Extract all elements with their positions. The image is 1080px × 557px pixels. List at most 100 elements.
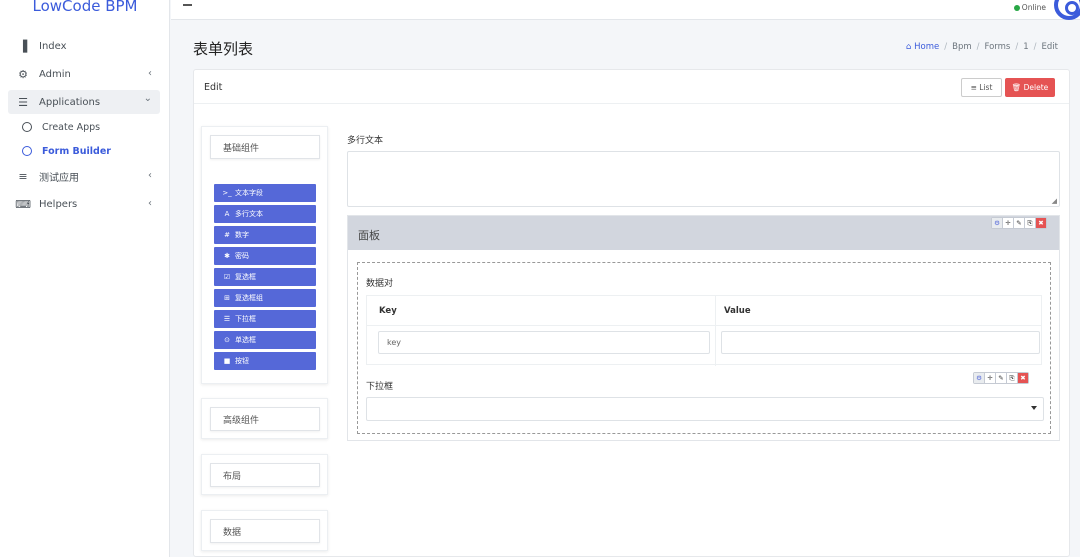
edit-icon[interactable]: ✎ — [1014, 218, 1024, 228]
chevron-left-icon: ‹ — [148, 170, 152, 181]
component-select[interactable]: ☰ 下拉框 — [214, 310, 316, 328]
breadcrumb-home[interactable]: ⌂ Home — [906, 42, 939, 52]
resize-handle-icon[interactable]: ◢ — [1052, 197, 1057, 205]
gear-icon: ⚙ — [18, 67, 28, 81]
component-textarea[interactable]: A 多行文本 — [214, 205, 316, 223]
online-dot-icon — [1013, 4, 1020, 11]
remove-icon[interactable]: ✖ — [1018, 373, 1028, 383]
palette-group-data: 数据 — [201, 510, 328, 551]
kv-header-value: Value — [724, 306, 751, 316]
table-icon: ☰ — [18, 95, 28, 109]
menu-toggle-icon[interactable] — [183, 4, 192, 6]
terminal-icon: >_ — [222, 189, 232, 197]
card-title: Edit — [204, 82, 223, 93]
component-text-field[interactable]: >_ 文本字段 — [214, 184, 316, 202]
panel-header: 面板 — [348, 216, 1059, 250]
sidebar-item-label: Applications — [39, 96, 101, 108]
component-button[interactable]: ■ 按钮 — [214, 352, 316, 370]
edit-card: Edit ≡ List 🗑 Delete 基础组件 >_ 文本字段 A 多行文本 #… — [193, 69, 1070, 557]
kv-value-input[interactable] — [721, 331, 1040, 354]
palette-group-basic: 基础组件 >_ 文本字段 A 多行文本 # 数字 ✱ 密码 ☑ 复选框 ⊞ 复选框组 ☰ 下拉… — [201, 126, 328, 384]
copy-icon[interactable]: ⎘ — [1007, 373, 1017, 383]
textarea-label: 多行文本 — [347, 136, 384, 146]
plus-square-icon: ⊞ — [224, 294, 230, 302]
radio-icon: ⊙ — [224, 336, 230, 344]
sidebar-subitem-form-builder[interactable]: Form Builder — [22, 141, 152, 161]
sidebar-item-index[interactable]: ▐ Index — [8, 34, 160, 58]
copy-icon[interactable]: ⎘ — [1025, 218, 1035, 228]
brand-logo[interactable]: LowCode BPM — [0, 0, 170, 20]
palette-group-layout: 布局 — [201, 454, 328, 495]
sidebar-item-label: Index — [39, 40, 67, 52]
bar-chart-icon: ▐ — [18, 39, 28, 53]
panel-component[interactable]: 面板 ⚙ ✛ ✎ ⎘ ✖ 数据对 Key Value key ⚙ ✛ ✎ ⎘ ✖… — [347, 215, 1060, 441]
sidebar-item-label: 测试应用 — [39, 172, 79, 184]
breadcrumb-item[interactable]: Forms — [985, 42, 1011, 52]
breadcrumb-item: Edit — [1041, 42, 1058, 52]
sidebar-item-label: Admin — [39, 68, 71, 80]
palette-group-layout-header[interactable]: 布局 — [210, 463, 320, 487]
kv-header-key: Key — [379, 306, 397, 316]
circle-icon — [22, 122, 32, 132]
sidebar: LowCode BPM ▐ Index ⚙ Admin ‹ ☰ Applicat… — [0, 0, 170, 557]
settings-icon[interactable]: ⚙ — [992, 218, 1002, 228]
component-radio[interactable]: ⊙ 单选框 — [214, 331, 316, 349]
sidebar-item-admin[interactable]: ⚙ Admin ‹ — [8, 62, 160, 86]
panel-title: 面板 — [358, 229, 380, 242]
asterisk-icon: ✱ — [224, 252, 230, 260]
user-avatar[interactable] — [1054, 0, 1080, 20]
palette-group-advanced-header[interactable]: 高级组件 — [210, 407, 320, 431]
component-password[interactable]: ✱ 密码 — [214, 247, 316, 265]
sidebar-subitem-label: Create Apps — [42, 121, 101, 133]
settings-icon[interactable]: ⚙ — [974, 373, 984, 383]
chevron-left-icon: ‹ — [148, 198, 152, 209]
kv-key-input[interactable]: key — [378, 331, 710, 354]
circle-icon — [22, 146, 32, 156]
online-status: Online — [1013, 3, 1046, 12]
sidebar-item-test-apps[interactable]: ≡ 测试应用 ‹ — [8, 164, 160, 188]
move-icon[interactable]: ✛ — [1003, 218, 1013, 228]
palette-group-basic-header[interactable]: 基础组件 — [210, 135, 320, 159]
top-navbar: Online — [171, 0, 1080, 20]
keyboard-icon: ⌨ — [15, 197, 31, 211]
sidebar-item-label: Helpers — [39, 198, 78, 210]
panel-controls: ⚙ ✛ ✎ ⎘ ✖ — [991, 217, 1047, 229]
list-button[interactable]: ≡ List — [961, 78, 1002, 97]
font-icon: A — [224, 210, 230, 218]
breadcrumb-item[interactable]: 1 — [1023, 42, 1028, 52]
component-checkbox[interactable]: ☑ 复选框 — [214, 268, 316, 286]
kv-label: 数据对 — [366, 279, 394, 289]
delete-button[interactable]: 🗑 Delete — [1005, 78, 1055, 97]
caret-down-icon — [1031, 406, 1037, 410]
sidebar-subitem-create-apps[interactable]: Create Apps — [22, 117, 152, 137]
component-number[interactable]: # 数字 — [214, 226, 316, 244]
select-label: 下拉框 — [366, 382, 394, 392]
kv-divider — [715, 296, 716, 366]
textarea-field[interactable]: ◢ — [347, 151, 1060, 207]
remove-icon[interactable]: ✖ — [1036, 218, 1046, 228]
key-value-table: Key Value key — [366, 295, 1042, 366]
palette-group-data-header[interactable]: 数据 — [210, 519, 320, 543]
list-icon: ≡ — [18, 169, 28, 183]
breadcrumb-item[interactable]: Bpm — [952, 42, 972, 52]
sidebar-subitem-label: Form Builder — [42, 145, 111, 157]
online-label: Online — [1021, 3, 1046, 12]
move-icon[interactable]: ✛ — [985, 373, 995, 383]
component-checkbox-group[interactable]: ⊞ 复选框组 — [214, 289, 316, 307]
hash-icon: # — [224, 231, 230, 239]
sidebar-item-applications[interactable]: ☰ Applications ⌄ — [8, 90, 160, 114]
chevron-down-icon: ⌄ — [143, 93, 152, 104]
panel-dropzone[interactable]: 数据对 Key Value key ⚙ ✛ ✎ ⎘ ✖ 下拉框 — [357, 262, 1051, 434]
breadcrumb: ⌂ Home / Bpm / Forms / 1 / Edit — [906, 42, 1058, 52]
stop-icon: ■ — [223, 357, 231, 365]
checkbox-icon: ☑ — [223, 273, 231, 281]
page-title: 表单列表 — [193, 40, 254, 58]
sidebar-item-helpers[interactable]: ⌨ Helpers ‹ — [8, 192, 160, 216]
list-icon: ☰ — [223, 315, 231, 323]
palette-group-advanced: 高级组件 — [201, 398, 328, 439]
card-header: Edit ≡ List 🗑 Delete — [194, 70, 1069, 104]
select-field[interactable] — [366, 397, 1044, 421]
kv-header-row: Key Value — [367, 296, 1041, 326]
edit-icon[interactable]: ✎ — [996, 373, 1006, 383]
chevron-left-icon: ‹ — [148, 68, 152, 79]
